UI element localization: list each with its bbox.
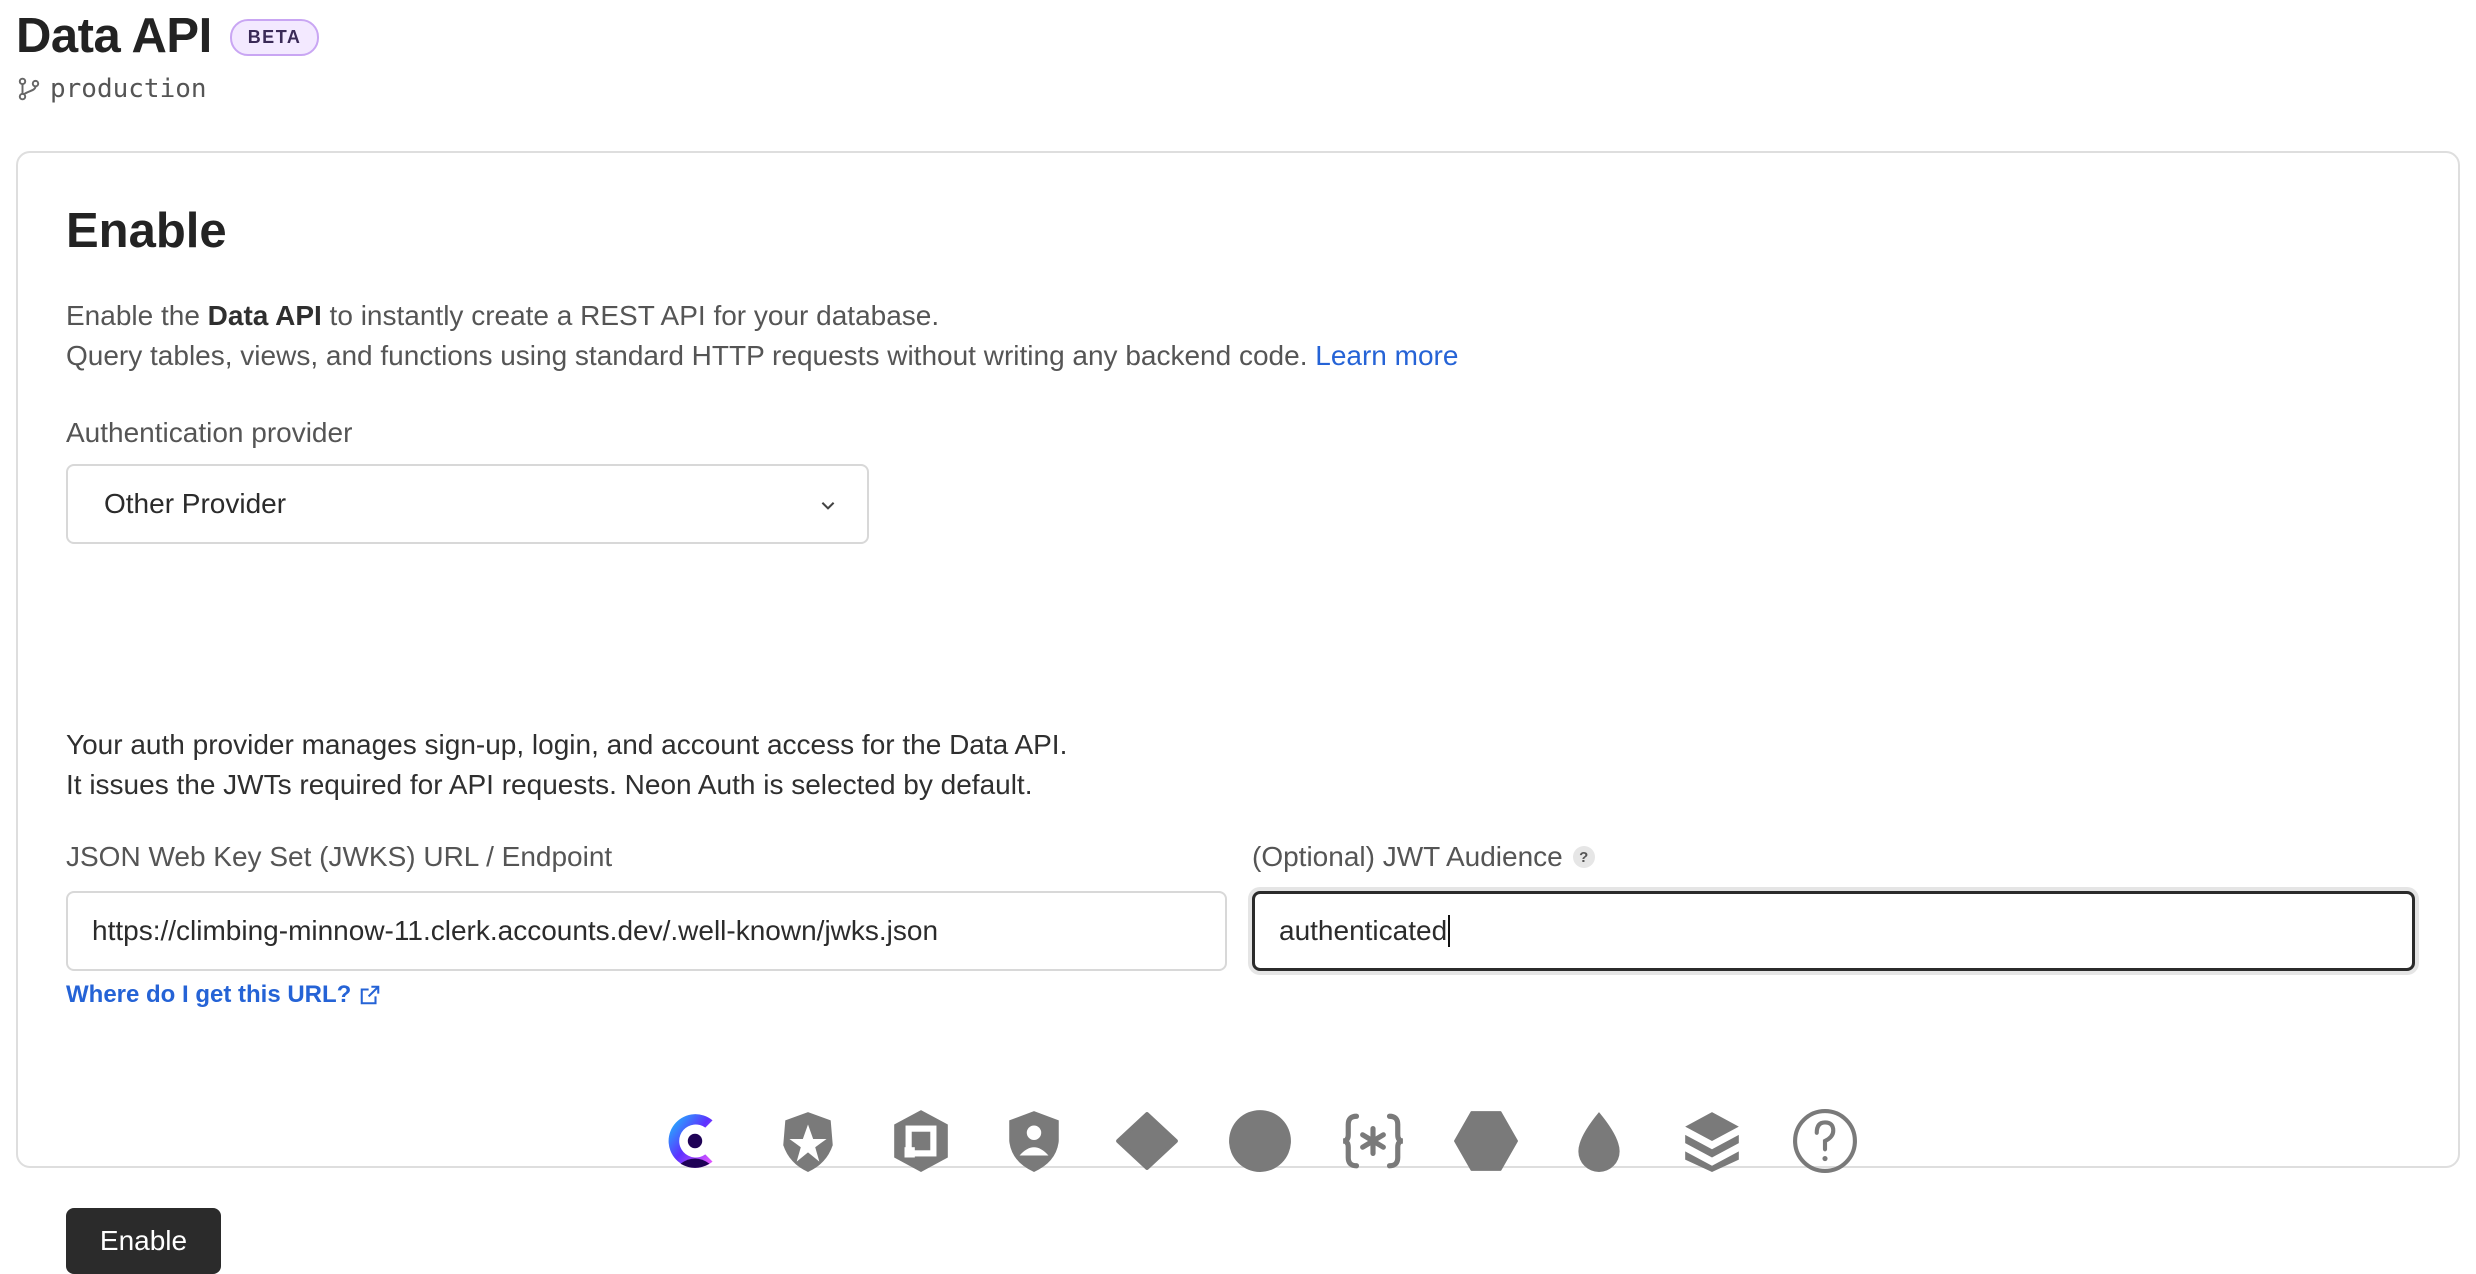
chevron-down-icon — [821, 502, 835, 510]
title-row: Data API BETA — [16, 0, 320, 72]
audience-label-row: (Optional) JWT Audience ? — [1252, 841, 1595, 873]
clerk-icon[interactable] — [662, 1108, 728, 1174]
branch-name[interactable]: production — [50, 74, 207, 104]
drop-icon[interactable] — [1566, 1108, 1632, 1174]
audience-label: (Optional) JWT Audience — [1252, 841, 1563, 872]
description: Enable the Data API to instantly create … — [66, 296, 1458, 376]
learn-more-link[interactable]: Learn more — [1315, 340, 1458, 371]
jwt-audience-value: authenticated — [1279, 915, 1448, 946]
text-caret — [1448, 915, 1451, 947]
page-title: Data API — [16, 9, 212, 63]
provider-select-value: Other Provider — [104, 488, 287, 519]
external-link-icon — [361, 985, 380, 1005]
jwt-audience-input[interactable]: authenticated — [1252, 891, 2415, 971]
circle-icon[interactable] — [1227, 1108, 1293, 1174]
beta-badge: BETA — [229, 18, 320, 56]
provider-label: Authentication provider — [66, 417, 353, 448]
jwks-label: JSON Web Key Set (JWKS) URL / Endpoint — [66, 841, 613, 872]
provider-select[interactable]: Other Provider — [66, 464, 869, 544]
hexagon-icon[interactable] — [1453, 1108, 1519, 1174]
help-icon[interactable]: ? — [1572, 846, 1595, 868]
shield-user-icon[interactable] — [1001, 1108, 1067, 1174]
card-title: Enable — [66, 204, 227, 258]
git-branch-icon — [18, 77, 40, 101]
auth-desc-line: It issues the JWTs required for API requ… — [66, 769, 1033, 800]
curly-asterisk-icon[interactable] — [1340, 1108, 1406, 1174]
stack-icon[interactable] — [1679, 1108, 1745, 1174]
description-text: Enable the — [66, 300, 208, 331]
question-circle-icon[interactable] — [1792, 1108, 1858, 1174]
jwks-url-value: https://climbing-minnow-11.clerk.account… — [92, 915, 939, 946]
description-bold: Data API — [207, 300, 322, 331]
enable-button[interactable]: Enable — [66, 1208, 221, 1274]
auth0-icon[interactable] — [775, 1108, 841, 1174]
auth-provider-description: Your auth provider manages sign-up, logi… — [66, 725, 1067, 805]
diamond-icon[interactable] — [1114, 1108, 1180, 1174]
page-header: Data API BETA production — [16, 0, 320, 104]
where-url-link-text: Where do I get this URL? — [66, 981, 352, 1008]
enable-card: Enable Enable the Data API to instantly … — [16, 151, 2460, 1274]
provider-icons — [662, 1108, 1905, 1174]
description-text: Query tables, views, and functions using… — [66, 340, 1316, 371]
where-url-link[interactable]: Where do I get this URL? — [66, 981, 381, 1009]
branch-row[interactable]: production — [16, 74, 319, 104]
description-text: to instantly create a REST API for your … — [321, 300, 940, 331]
jwks-url-input[interactable]: https://climbing-minnow-11.clerk.account… — [66, 891, 1227, 971]
auth-desc-line: Your auth provider manages sign-up, logi… — [66, 729, 1068, 760]
stytch-icon[interactable] — [888, 1108, 954, 1174]
